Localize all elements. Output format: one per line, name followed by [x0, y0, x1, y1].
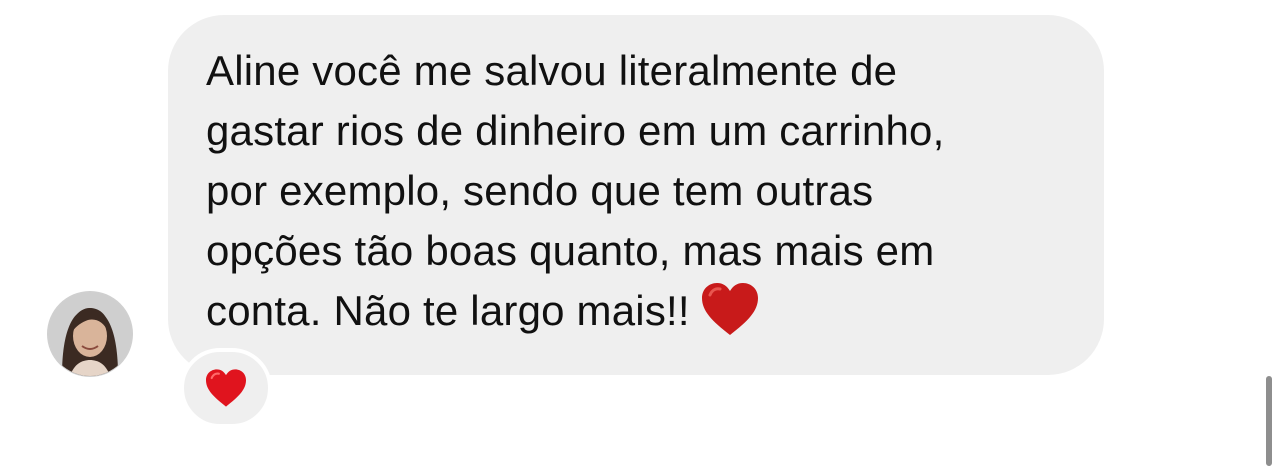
profile-photo: [48, 292, 132, 376]
heart-icon: [700, 281, 760, 337]
message-bubble[interactable]: Aline você me salvou literalmente de gas…: [168, 15, 1104, 375]
message-line-last: conta. Não te largo mais!!: [206, 281, 1074, 341]
heart-icon: [204, 368, 248, 408]
scrollbar[interactable]: [1266, 376, 1272, 466]
message-line: opções tão boas quanto, mas mais em: [206, 227, 935, 274]
message-line: gastar rios de dinheiro em um carrinho,: [206, 107, 945, 154]
avatar[interactable]: [48, 292, 132, 376]
reaction-badge[interactable]: [180, 348, 272, 428]
message-line-text: conta. Não te largo mais!!: [206, 287, 690, 334]
message-line: por exemplo, sendo que tem outras: [206, 167, 874, 214]
message-line: Aline você me salvou literalmente de: [206, 47, 898, 94]
